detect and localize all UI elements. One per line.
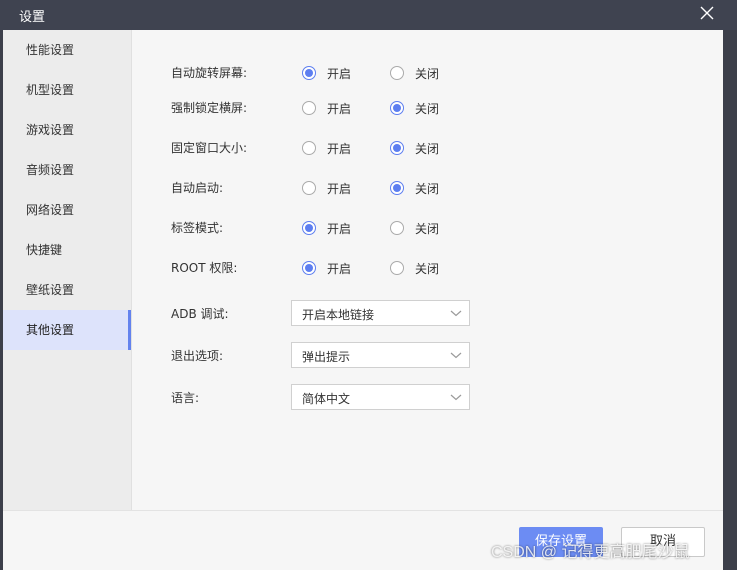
radio-fixed-window-off[interactable] [390, 141, 404, 155]
radio-tab-mode-off[interactable] [390, 221, 404, 235]
chevron-down-icon [450, 310, 462, 317]
radio-root-off[interactable] [390, 261, 404, 275]
radio-on-label: 开启 [327, 182, 352, 196]
option-label: 强制锁定横屏: [171, 101, 248, 115]
sidebar-item-network[interactable]: 网络设置 [3, 190, 131, 230]
sidebar-item-wallpaper[interactable]: 壁纸设置 [3, 270, 131, 310]
sidebar-item-label: 壁纸设置 [26, 283, 75, 297]
option-label: 自动旋转屏幕: [171, 66, 248, 80]
settings-dialog: 性能设置 机型设置 游戏设置 音频设置 网络设置 快捷键 壁纸设置 其他设置 自… [3, 30, 723, 570]
radio-lock-landscape-on[interactable] [302, 101, 316, 115]
radio-on-label: 开启 [327, 222, 352, 236]
sidebar-item-label: 其他设置 [26, 323, 75, 337]
radio-off-label: 关闭 [415, 222, 440, 236]
radio-root-on[interactable] [302, 261, 316, 275]
language-select[interactable]: 简体中文 [291, 384, 470, 410]
radio-on-label: 开启 [327, 142, 352, 156]
radio-fixed-window-on[interactable] [302, 141, 316, 155]
adb-debug-select[interactable]: 开启本地链接 [291, 300, 470, 326]
sidebar-item-game[interactable]: 游戏设置 [3, 110, 131, 150]
radio-off-label: 关闭 [415, 182, 440, 196]
settings-content: 自动旋转屏幕: 开启 关闭 强制锁定横屏: 开启 关闭 固定窗口大小: 开启 关… [132, 30, 723, 510]
sidebar: 性能设置 机型设置 游戏设置 音频设置 网络设置 快捷键 壁纸设置 其他设置 [3, 30, 132, 510]
option-label: 标签模式: [171, 221, 224, 235]
title-bar: 设置 [0, 0, 737, 30]
select-value: 弹出提示 [302, 350, 351, 364]
radio-on-label: 开启 [327, 262, 352, 276]
sidebar-item-label: 游戏设置 [26, 123, 75, 137]
sidebar-item-label: 性能设置 [26, 43, 75, 57]
chevron-down-icon [450, 394, 462, 401]
sidebar-item-label: 网络设置 [26, 203, 75, 217]
radio-off-label: 关闭 [415, 102, 440, 116]
radio-tab-mode-on[interactable] [302, 221, 316, 235]
select-value: 简体中文 [302, 392, 351, 406]
select-label: 语言: [171, 391, 200, 405]
radio-auto-start-off[interactable] [390, 181, 404, 195]
select-value: 开启本地链接 [302, 308, 375, 322]
sidebar-item-label: 音频设置 [26, 163, 75, 177]
radio-auto-rotate-off[interactable] [390, 66, 404, 80]
sidebar-item-shortcuts[interactable]: 快捷键 [3, 230, 131, 270]
sidebar-item-other[interactable]: 其他设置 [3, 310, 131, 350]
sidebar-item-label: 快捷键 [26, 243, 63, 257]
sidebar-item-audio[interactable]: 音频设置 [3, 150, 131, 190]
window-title: 设置 [19, 10, 46, 25]
radio-on-label: 开启 [327, 102, 352, 116]
sidebar-item-performance[interactable]: 性能设置 [3, 30, 131, 70]
chevron-down-icon [450, 352, 462, 359]
option-label: ROOT 权限: [171, 261, 238, 275]
watermark: CSDN @ 记得更高肥尾沙鼠 [491, 544, 690, 561]
close-icon[interactable] [697, 3, 717, 23]
radio-off-label: 关闭 [415, 67, 440, 81]
radio-lock-landscape-off[interactable] [390, 101, 404, 115]
option-label: 固定窗口大小: [171, 141, 248, 155]
select-label: ADB 调试: [171, 307, 229, 321]
radio-auto-rotate-on[interactable] [302, 66, 316, 80]
sidebar-item-label: 机型设置 [26, 83, 75, 97]
sidebar-item-device-model[interactable]: 机型设置 [3, 70, 131, 110]
radio-auto-start-on[interactable] [302, 181, 316, 195]
radio-off-label: 关闭 [415, 262, 440, 276]
radio-off-label: 关闭 [415, 142, 440, 156]
select-label: 退出选项: [171, 349, 224, 363]
option-label: 自动启动: [171, 181, 224, 195]
exit-option-select[interactable]: 弹出提示 [291, 342, 470, 368]
radio-on-label: 开启 [327, 67, 352, 81]
